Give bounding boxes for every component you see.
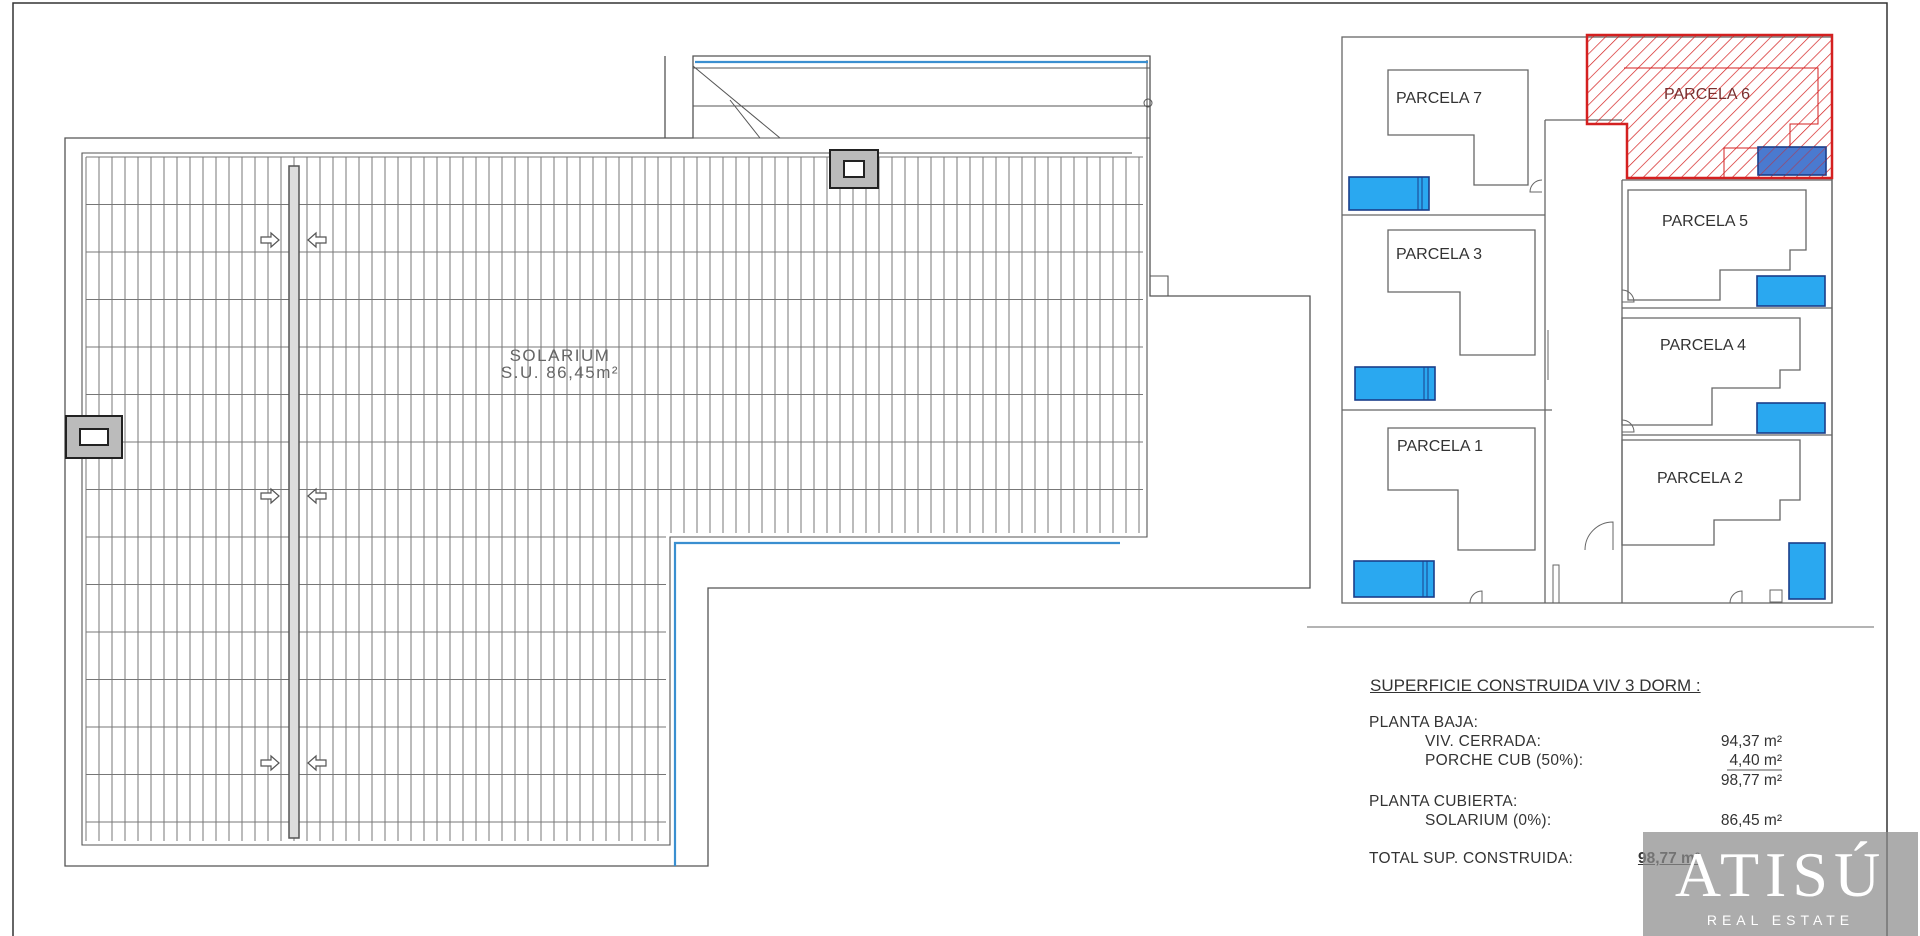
drain-arrow-icon — [307, 231, 327, 249]
solarium-outer-wall — [64, 55, 1311, 867]
house-parcela-7 — [1387, 69, 1529, 186]
surface-table-title: SUPERFICIE CONSTRUIDA VIV 3 DORM : — [1370, 676, 1701, 695]
drain-arrow-icon — [307, 487, 327, 505]
vent-top — [829, 149, 879, 189]
solarium-row-value: 86,45 m² — [1720, 812, 1782, 829]
watermark-subtitle: REAL ESTATE — [1706, 912, 1855, 928]
porche-value: 4,40 m² — [1729, 752, 1782, 769]
drain-channel — [288, 165, 300, 839]
solarium-label: SOLARIUM S.U. 86,45m² — [470, 347, 650, 381]
drain-arrow-icon — [260, 754, 280, 772]
drain-arrow-icon — [307, 754, 327, 772]
parcel-label-6: PARCELA 6 — [1664, 86, 1750, 103]
subtotal-value: 98,77 m² — [1720, 772, 1782, 789]
parcel-label-4: PARCELA 4 — [1660, 337, 1746, 354]
solarium-railings — [673, 60, 1148, 866]
parcel-label-5: PARCELA 5 — [1662, 213, 1748, 230]
total-label: TOTAL SUP. CONSTRUIDA: — [1369, 850, 1574, 867]
atisu-watermark: ATISÚ REAL ESTATE — [1643, 832, 1918, 936]
solarium-name: SOLARIUM — [509, 346, 611, 365]
parcel-label-3: PARCELA 3 — [1396, 246, 1482, 263]
floor-plan-drawing — [12, 2, 1888, 936]
porche-label: PORCHE CUB (50%): — [1425, 752, 1584, 769]
parcel-label-7: PARCELA 7 — [1396, 90, 1482, 107]
solarium-plan — [64, 55, 1311, 867]
viv-cerrada-value: 94,37 m² — [1720, 733, 1782, 750]
drain-arrow-icon — [260, 487, 280, 505]
parcel-label-2: PARCELA 2 — [1657, 470, 1743, 487]
house-parcela-2 — [1621, 439, 1801, 546]
pool-parcela-1 — [1353, 560, 1435, 598]
parcel-label-1: PARCELA 1 — [1397, 438, 1483, 455]
pool-parcela-7 — [1348, 176, 1430, 211]
pool-parcela-5 — [1756, 275, 1826, 307]
solarium-row-label: SOLARIUM (0%): — [1425, 812, 1552, 829]
drain-arrow-icon — [260, 231, 280, 249]
planta-baja-heading: PLANTA BAJA: — [1369, 714, 1479, 731]
solarium-tile-grid — [85, 156, 1143, 841]
planta-cubierta-heading: PLANTA CUBIERTA: — [1369, 793, 1518, 810]
parcela-6-highlight — [1585, 33, 1834, 180]
solarium-area: S.U. 86,45m² — [500, 363, 620, 382]
pool-parcela-3 — [1354, 366, 1436, 401]
vent-left — [65, 415, 123, 459]
pool-parcela-4 — [1756, 402, 1826, 434]
pool-parcela-2 — [1788, 542, 1826, 600]
viv-cerrada-label: VIV. CERRADA: — [1425, 733, 1542, 750]
watermark-logo: ATISÚ — [1674, 839, 1887, 910]
